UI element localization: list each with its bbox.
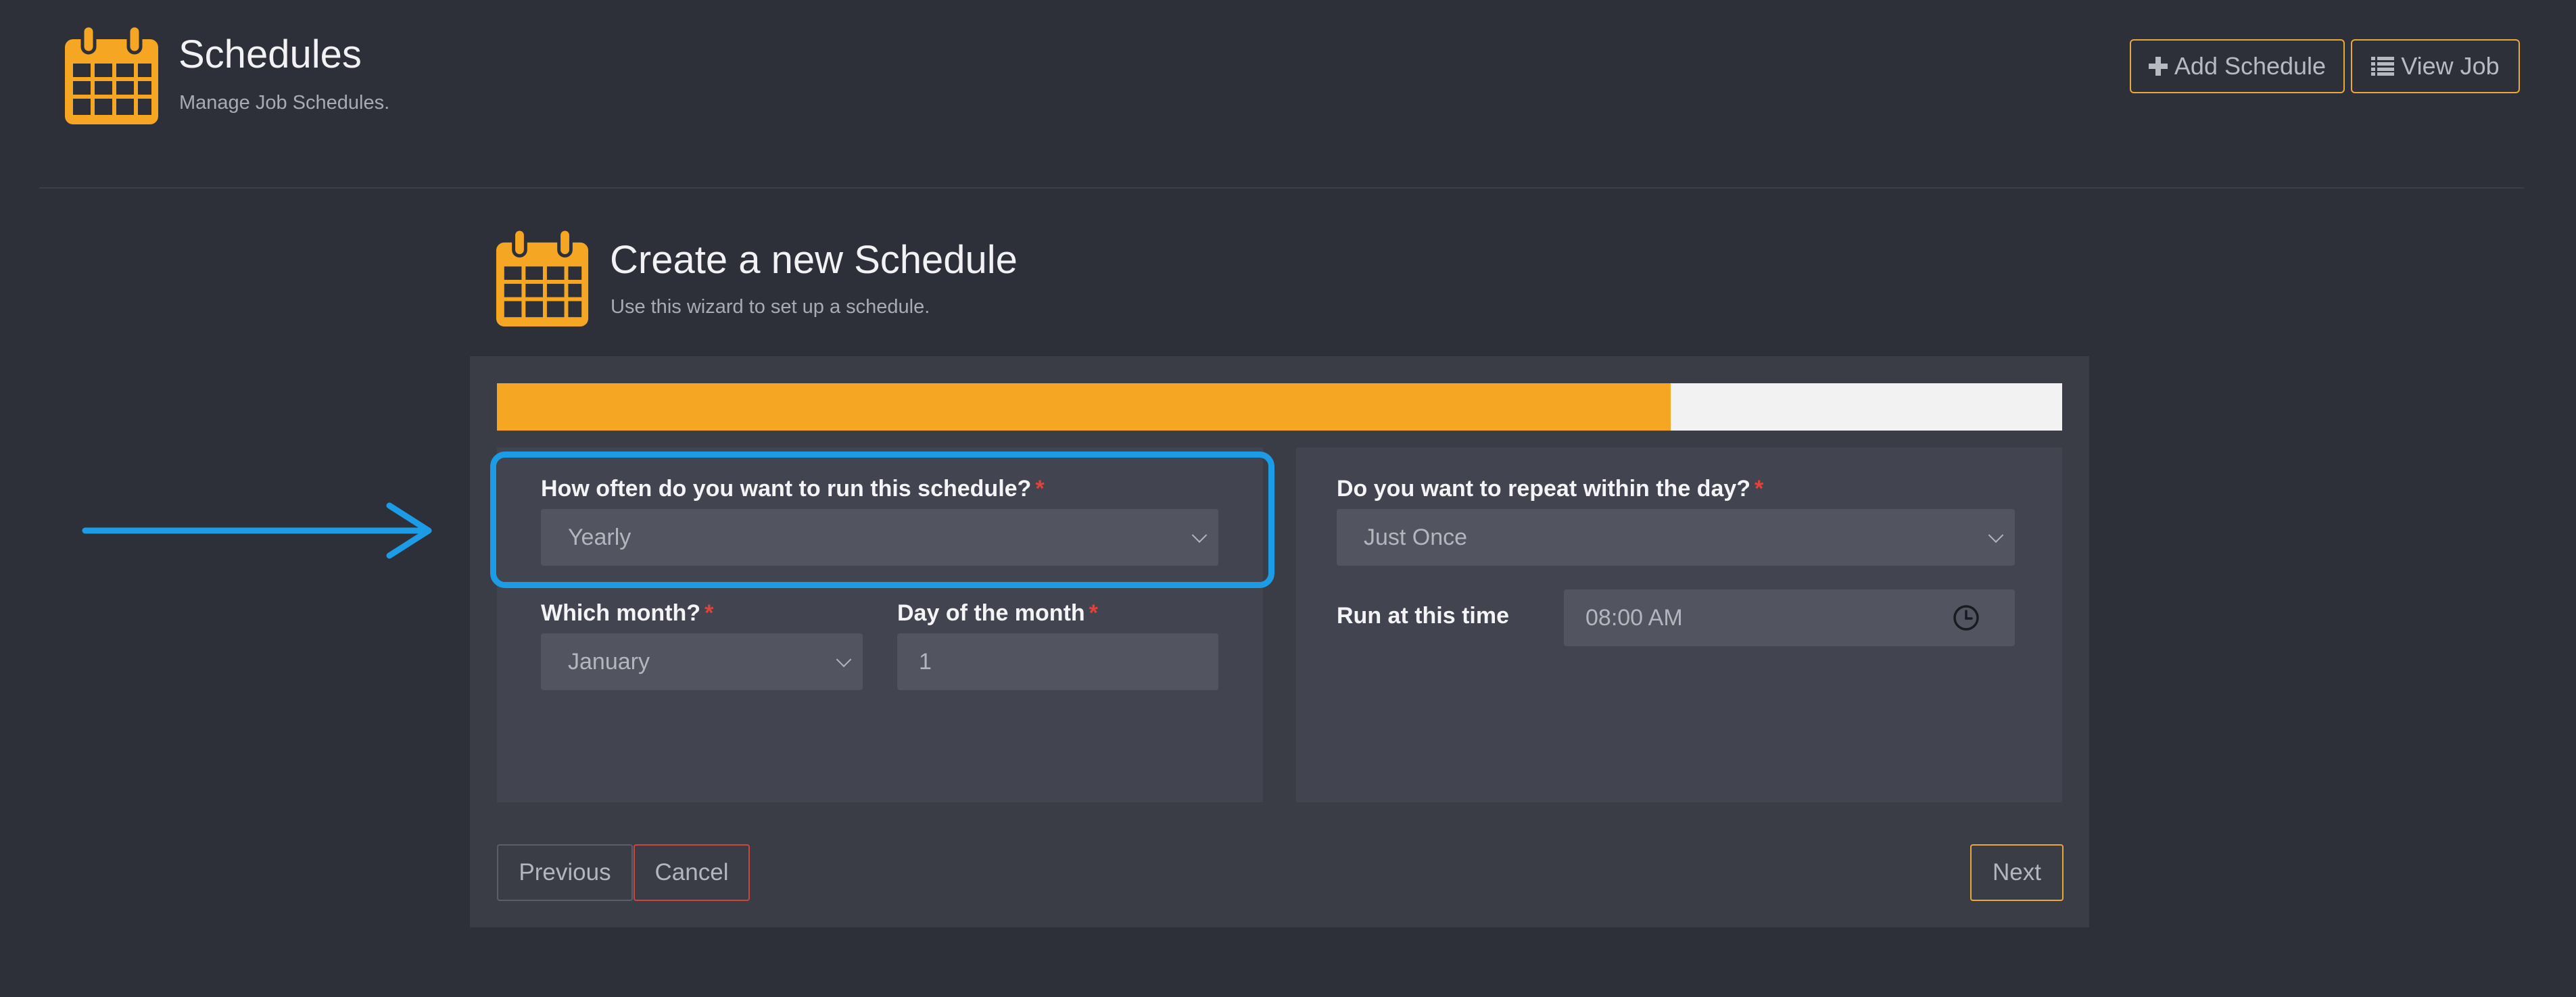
page-title: Schedules bbox=[178, 32, 362, 76]
day-of-month-label-text: Day of the month bbox=[897, 600, 1085, 626]
add-schedule-button[interactable]: Add Schedule bbox=[2130, 39, 2345, 93]
next-button[interactable]: Next bbox=[1970, 844, 2064, 901]
month-select-value: January bbox=[568, 648, 650, 675]
calendar-icon bbox=[65, 24, 158, 124]
wizard-title: Create a new Schedule bbox=[610, 238, 1018, 282]
month-label-text: Which month? bbox=[541, 600, 701, 626]
page-subtitle: Manage Job Schedules. bbox=[179, 92, 390, 114]
annotation-arrow-icon bbox=[82, 502, 432, 559]
page: Schedules Manage Job Schedules. Add Sche… bbox=[0, 0, 2576, 997]
annotation-highlight-box bbox=[490, 452, 1274, 588]
clock-icon[interactable] bbox=[1953, 604, 1980, 631]
repeat-label-text: Do you want to repeat within the day? bbox=[1337, 476, 1751, 502]
previous-button[interactable]: Previous bbox=[497, 844, 633, 901]
month-label: Which month? * bbox=[541, 602, 713, 625]
required-marker: * bbox=[1755, 476, 1764, 502]
cancel-button[interactable]: Cancel bbox=[634, 844, 750, 901]
schedule-wizard: How often do you want to run this schedu… bbox=[470, 356, 2089, 927]
required-marker: * bbox=[1089, 600, 1098, 626]
chevron-down-icon bbox=[1988, 527, 2004, 543]
repeat-select[interactable]: Just Once bbox=[1337, 509, 2015, 566]
plus-icon bbox=[2148, 57, 2168, 76]
wizard-subtitle: Use this wizard to set up a schedule. bbox=[611, 296, 930, 318]
calendar-icon bbox=[496, 227, 589, 327]
progress-bar bbox=[497, 383, 2062, 431]
repeat-select-value: Just Once bbox=[1364, 524, 1468, 550]
required-marker: * bbox=[705, 600, 714, 626]
repeat-card: Do you want to repeat within the day? * J… bbox=[1296, 447, 2062, 802]
view-job-button[interactable]: View Job bbox=[2351, 39, 2520, 93]
chevron-down-icon bbox=[836, 652, 852, 668]
run-time-input[interactable]: 08:00 AM bbox=[1564, 589, 2015, 646]
view-job-label: View Job bbox=[2401, 52, 2500, 80]
run-time-label: Run at this time bbox=[1337, 603, 1510, 629]
repeat-label: Do you want to repeat within the day? * bbox=[1337, 477, 1763, 500]
month-select[interactable]: January bbox=[541, 633, 863, 690]
run-time-value: 08:00 AM bbox=[1585, 604, 1683, 631]
progress-bar-fill bbox=[497, 383, 1671, 431]
header-divider bbox=[39, 187, 2524, 189]
day-of-month-value: 1 bbox=[919, 648, 932, 675]
list-icon bbox=[2371, 57, 2395, 76]
add-schedule-label: Add Schedule bbox=[2174, 52, 2327, 80]
day-of-month-label: Day of the month * bbox=[897, 602, 1098, 625]
day-of-month-input[interactable]: 1 bbox=[897, 633, 1218, 690]
